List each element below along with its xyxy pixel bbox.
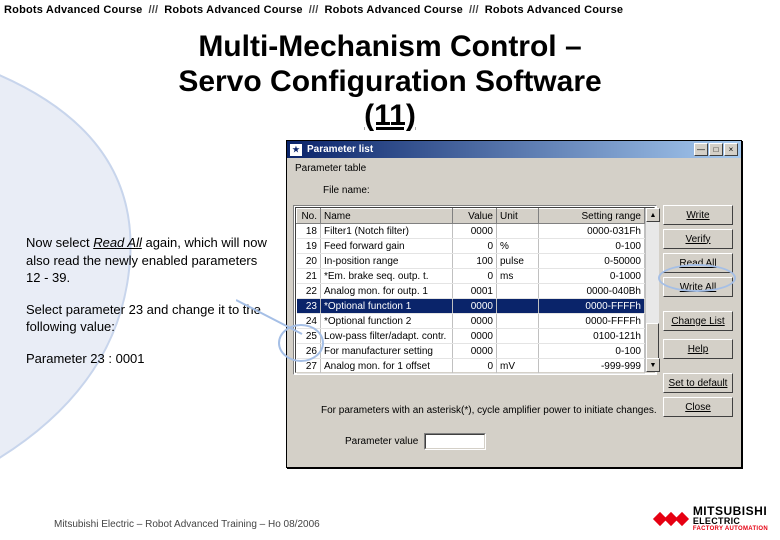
table-row[interactable]: 24*Optional function 200000000-FFFFh xyxy=(297,314,645,329)
col-unit[interactable]: Unit xyxy=(497,209,539,224)
parameter-value-row: Parameter value xyxy=(345,433,486,450)
help-button[interactable]: Help xyxy=(663,339,733,359)
window-titlebar: ★ Parameter list — □ × xyxy=(287,141,741,158)
table-row[interactable]: 18Filter1 (Notch filter)00000000-031Fh xyxy=(297,224,645,239)
vertical-scrollbar[interactable]: ▲ ▼ xyxy=(645,208,659,372)
read-all-button[interactable]: Read All xyxy=(663,253,733,273)
write-button[interactable]: Write xyxy=(663,205,733,225)
mitsubishi-logo: MITSUBISHI ELECTRIC FACTORY AUTOMATION xyxy=(655,505,768,532)
instruction-text: Now select Read All again, which will no… xyxy=(26,234,268,381)
table-row[interactable]: 25Low-pass filter/adapt. contr.00000100-… xyxy=(297,329,645,344)
table-row[interactable]: 22Analog mon. for outp. 100010000-040Bh xyxy=(297,284,645,299)
parameter-list-window: ★ Parameter list — □ × Parameter table F… xyxy=(286,140,742,468)
maximize-button[interactable]: □ xyxy=(709,143,723,156)
write-all-button[interactable]: Write All xyxy=(663,277,733,297)
col-no[interactable]: No. xyxy=(297,209,321,224)
course-ribbon-text: Robots Advanced Course///Robots Advanced… xyxy=(0,4,780,16)
col-range[interactable]: Setting range xyxy=(539,209,645,224)
set-to-default-button[interactable]: Set to default xyxy=(663,373,733,393)
table-row[interactable]: 20In-position range100pulse0-50000 xyxy=(297,254,645,269)
parameter-value-label: Parameter value xyxy=(345,436,418,447)
window-title: Parameter list xyxy=(307,144,694,155)
diamond-icon xyxy=(655,514,687,524)
amplifier-note: For parameters with an asterisk(*), cycl… xyxy=(321,405,665,416)
minimize-button[interactable]: — xyxy=(694,143,708,156)
table-row[interactable]: 27Analog mon. for 1 offset0mV-999-999 xyxy=(297,359,645,374)
app-icon: ★ xyxy=(290,144,302,156)
close-button[interactable]: Close xyxy=(663,397,733,417)
table-row[interactable]: 21*Em. brake seq. outp. t.0ms0-1000 xyxy=(297,269,645,284)
table-row[interactable]: 19Feed forward gain0%0-100 xyxy=(297,239,645,254)
scroll-thumb[interactable] xyxy=(646,323,659,359)
table-row[interactable]: 23*Optional function 100000000-FFFFh xyxy=(297,299,645,314)
slide-footer: Mitsubishi Electric – Robot Advanced Tra… xyxy=(54,519,320,530)
verify-button[interactable]: Verify xyxy=(663,229,733,249)
col-name[interactable]: Name xyxy=(321,209,453,224)
col-value[interactable]: Value xyxy=(453,209,497,224)
scroll-up-icon[interactable]: ▲ xyxy=(646,208,660,222)
side-button-panel: Write Verify Read All Write All Change List H… xyxy=(663,205,733,417)
file-name-label: File name: xyxy=(323,185,370,196)
close-button[interactable]: × xyxy=(724,143,738,156)
slide-root: Robots Advanced Course///Robots Advanced… xyxy=(0,0,780,540)
scroll-down-icon[interactable]: ▼ xyxy=(646,358,660,372)
change-list-button[interactable]: Change List xyxy=(663,311,733,331)
parameter-table[interactable]: No. Name Value Unit Setting range 18Filt… xyxy=(293,205,657,375)
slide-title: Multi-Mechanism Control – Servo Configur… xyxy=(0,30,780,134)
param-table-label: Parameter table xyxy=(295,163,366,174)
top-ribbon: Robots Advanced Course///Robots Advanced… xyxy=(0,4,780,24)
table-row[interactable]: 26For manufacturer setting00000-100 xyxy=(297,344,645,359)
parameter-value-input[interactable] xyxy=(424,433,486,450)
